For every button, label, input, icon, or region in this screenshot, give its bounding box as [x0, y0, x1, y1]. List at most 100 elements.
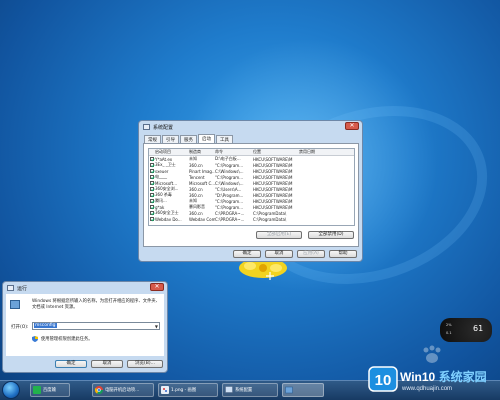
column-manufacturer[interactable]: 制造商: [189, 149, 215, 155]
cpu-meter-gadget[interactable]: 2% 0.1 61: [440, 318, 492, 342]
open-input-value[interactable]: msconfig: [34, 323, 57, 328]
win10-logo-icon: 10: [368, 366, 398, 392]
run-ok-button[interactable]: 确定: [55, 360, 87, 368]
cell-name: Webdav Do...: [155, 216, 182, 222]
cell-command: "C:\Program...: [215, 174, 244, 180]
cell-manufacturer: 暴风影音: [189, 204, 205, 209]
brand-watermark: 10 Win10 系统家园 www.qdhuajin.com: [368, 362, 500, 400]
gadget-line-2: 0.1: [446, 331, 452, 335]
cell-command: "C:\Program...: [215, 204, 244, 210]
cell-location: HKCU\SOFTWARE\M: [253, 156, 293, 162]
tab-services[interactable]: 服务: [180, 135, 197, 143]
cell-location: HKCU\SOFTWARE\M: [253, 162, 293, 168]
tab-startup[interactable]: 启动: [198, 134, 215, 143]
run-close-button[interactable]: ✕: [150, 283, 164, 291]
column-disabled-date[interactable]: 禁用日期: [299, 149, 339, 155]
cell-command: C:\PROGRA~...: [215, 210, 245, 216]
startup-checkbox[interactable]: [150, 198, 154, 203]
cell-command: "D:\Program...: [215, 192, 244, 198]
startup-checkbox[interactable]: [150, 168, 154, 173]
uac-shield-icon: [32, 336, 38, 342]
cell-manufacturer: 360.cn: [189, 186, 203, 192]
chrome-icon: [95, 386, 103, 394]
cell-location: HKCU\SOFTWARE\M: [253, 180, 293, 186]
startup-checkbox[interactable]: [150, 216, 154, 221]
run-title: 运行: [17, 285, 28, 292]
close-button[interactable]: ✕: [345, 122, 359, 130]
start-button[interactable]: [2, 381, 20, 399]
tab-tools[interactable]: 工具: [216, 135, 233, 143]
brand-name-blue: 系统家园: [438, 370, 487, 384]
taskbar-item-label: 系统配置: [235, 388, 253, 393]
taskbar-item-label: 1.png - 画图: [171, 388, 197, 393]
cell-location: HKCU\SOFTWARE\M: [253, 192, 293, 198]
run-browse-button[interactable]: 浏览(B)...: [127, 360, 163, 368]
cell-manufacturer: 360.cn: [189, 192, 203, 198]
startup-list[interactable]: 启动项目 制造商 命令 位置 禁用日期 Y*aAt.ex 未知 D:\电子白板...…: [148, 148, 355, 226]
cell-name: 360安全卫士: [155, 210, 179, 215]
disable-all-button[interactable]: 全部禁用(D): [308, 231, 354, 239]
cell-command: "C:\Users\A...: [215, 186, 242, 192]
tab-boot[interactable]: 引导: [162, 135, 179, 143]
system-config-dialog[interactable]: 系统配置 ✕ 常规 引导 服务 启动 工具 启动项目 制造商 命令 位置 禁用日…: [138, 120, 363, 262]
startup-checkbox[interactable]: [150, 156, 154, 161]
run-app-icon: [10, 300, 20, 309]
startup-checkbox[interactable]: [150, 162, 154, 167]
cell-command: D:\电子白板...: [215, 156, 241, 161]
cell-location: HKCU\SOFTWARE\M: [253, 204, 293, 210]
window-icon: [143, 124, 150, 130]
cell-name: 3Ex_ _卫士: [155, 162, 176, 167]
taskbar-item-label: 百度输: [43, 388, 56, 393]
apply-button[interactable]: 应用(A): [297, 250, 325, 258]
taskbar-item-label: 电脑开机启动项...: [105, 388, 140, 393]
open-combobox[interactable]: msconfig ▼: [32, 322, 160, 330]
run-title-bar[interactable]: 运行 ✕: [3, 282, 167, 294]
brand-url: www.qdhuajin.com: [402, 386, 453, 392]
cell-manufacturer: Tencent: [189, 174, 205, 180]
taskbar-item-iqiyi[interactable]: 百度输: [30, 383, 70, 397]
cancel-button[interactable]: 取消: [265, 250, 293, 258]
cell-location: C:\ProgramData\: [253, 210, 287, 216]
enable-all-button[interactable]: 全部启用(E): [256, 231, 302, 239]
help-button[interactable]: 帮助: [329, 250, 357, 258]
gadget-line-1: 2%: [446, 323, 452, 327]
run-dialog[interactable]: 运行 ✕ Windows 将根据您所输入的名称，为您打开相应的程序、文件夹、文档…: [2, 281, 168, 373]
cell-name: g*ak: [155, 204, 165, 210]
cell-command: C:\Windows\...: [215, 168, 244, 174]
startup-checkbox[interactable]: [150, 180, 154, 185]
taskbar-item-msconfig[interactable]: 系统配置: [222, 383, 278, 397]
cell-manufacturer: Microsoft C...: [189, 180, 215, 186]
cell-location: HKCU\SOFTWARE\M: [253, 168, 293, 174]
taskbar-item-chrome[interactable]: 电脑开机启动项...: [92, 383, 154, 397]
taskbar-item-paint[interactable]: 1.png - 画图: [158, 383, 218, 397]
ok-button[interactable]: 确定: [233, 250, 261, 258]
cell-location: HKCU\SOFTWARE\M: [253, 198, 293, 204]
open-label: 打开(O):: [11, 325, 29, 330]
column-command[interactable]: 命令: [215, 149, 253, 155]
run-cancel-button[interactable]: 取消: [91, 360, 123, 368]
taskbar-item-run[interactable]: [282, 383, 324, 397]
startup-checkbox[interactable]: [150, 204, 154, 209]
startup-checkbox[interactable]: [150, 210, 154, 215]
run-body: Windows 将根据您所输入的名称，为您打开相应的程序、文件夹、文档或 Int…: [6, 294, 164, 356]
chevron-down-icon[interactable]: ▼: [155, 324, 158, 330]
column-startup-item[interactable]: 启动项目: [155, 149, 189, 155]
startup-checkbox[interactable]: [150, 174, 154, 179]
cell-name: Microsoft...: [155, 180, 178, 186]
iqiyi-icon: [33, 386, 41, 394]
tab-strip: 常规 引导 服务 启动 工具: [144, 134, 234, 143]
cell-location: HKCU\SOFTWARE\M: [253, 174, 293, 180]
table-row[interactable]: Webdav Do... Webdav Com...C:\PROGRA~... C:…: [149, 216, 354, 222]
startup-checkbox[interactable]: [150, 186, 154, 191]
cell-name: 电____: [155, 174, 167, 179]
admin-note: 使用管理权限创建此任务。: [41, 337, 93, 342]
dialog-title: 系统配置: [153, 124, 174, 131]
run-window-icon: [7, 285, 14, 291]
startup-checkbox[interactable]: [150, 192, 154, 197]
brand-name-white: Win10: [400, 370, 439, 384]
tab-general[interactable]: 常规: [144, 135, 161, 143]
brand-name: Win10 系统家园: [400, 368, 487, 385]
title-bar[interactable]: 系统配置 ✕: [139, 121, 362, 133]
cell-command: "C:\Program...: [215, 198, 244, 204]
column-location[interactable]: 位置: [253, 149, 299, 155]
